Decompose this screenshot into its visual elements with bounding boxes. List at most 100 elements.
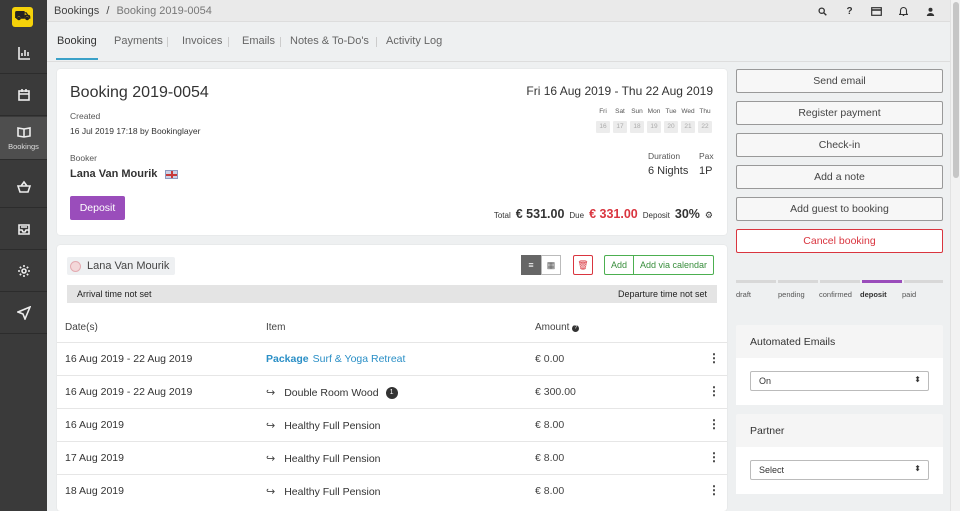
- sidebar-item-inbox[interactable]: [0, 209, 47, 250]
- arrival-time[interactable]: Arrival time not set: [77, 289, 152, 299]
- day-column: Sun 18: [630, 108, 644, 133]
- table-row[interactable]: 16 Aug 2019 ↪ Healthy Full Pension € 8.00…: [57, 408, 727, 441]
- list-view-icon[interactable]: ≡: [521, 255, 541, 275]
- day-column: Wed 21: [681, 108, 695, 133]
- table-row[interactable]: 16 Aug 2019 - 22 Aug 2019 ↪ Double Room W…: [57, 375, 727, 408]
- status-step-draft[interactable]: draft: [736, 290, 751, 299]
- add-via-calendar-button[interactable]: Add via calendar: [634, 255, 715, 275]
- row-amount: € 300.00: [535, 386, 576, 398]
- status-segment: [736, 280, 776, 283]
- sidebar-item-settings[interactable]: [0, 251, 47, 292]
- day-name: Mon: [647, 108, 661, 115]
- automated-emails-value: On: [759, 376, 772, 386]
- row-menu-icon[interactable]: ⋮: [708, 417, 720, 431]
- user-icon[interactable]: [917, 4, 944, 18]
- sidebar-item-reports[interactable]: [0, 33, 47, 74]
- booking-status-progress: draft pending confirmed deposit paid: [736, 280, 943, 300]
- guest-pill[interactable]: Lana Van Mourik: [67, 257, 176, 275]
- row-date: 16 Aug 2019 - 22 Aug 2019: [65, 386, 193, 398]
- add-note-button[interactable]: Add a note: [736, 165, 943, 189]
- register-payment-button[interactable]: Register payment: [736, 101, 943, 125]
- cancel-booking-button[interactable]: Cancel booking: [736, 229, 943, 253]
- row-date: 16 Aug 2019: [65, 419, 124, 431]
- deposit-label: Deposit: [642, 211, 670, 220]
- package-name[interactable]: Surf & Yoga Retreat: [313, 353, 406, 365]
- header-amount-text: Amount: [535, 322, 570, 333]
- page-scrollbar[interactable]: [950, 0, 960, 511]
- table-row[interactable]: 18 Aug 2019 ↪ Healthy Full Pension € 8.00…: [57, 474, 727, 507]
- sidebar-item-send[interactable]: [0, 293, 47, 334]
- paper-plane-icon: [16, 306, 31, 320]
- topbar: Bookings / Booking 2019-0054 ?: [47, 0, 950, 22]
- table-row[interactable]: 17 Aug 2019 ↪ Healthy Full Pension € 8.00…: [57, 441, 727, 474]
- status-step-paid[interactable]: paid: [902, 290, 916, 299]
- status-step-deposit[interactable]: deposit: [860, 290, 887, 299]
- totals-row: Total € 531.00 Due € 331.00 Deposit 30% …: [494, 207, 713, 221]
- info-icon[interactable]: ?: [572, 325, 580, 332]
- row-menu-icon[interactable]: ⋮: [708, 483, 720, 497]
- partner-body: Select ⬍: [736, 447, 943, 494]
- status-segment: [820, 280, 860, 283]
- trash-icon[interactable]: 🗑: [573, 255, 593, 275]
- due-label: Due: [569, 211, 585, 220]
- day-column: Sat 17: [613, 108, 627, 133]
- tab-invoices[interactable]: Invoices: [182, 35, 222, 47]
- day-number: 16: [596, 121, 610, 133]
- bell-icon[interactable]: [890, 4, 917, 18]
- book-open-icon: [16, 127, 31, 138]
- breadcrumb-root[interactable]: Bookings: [54, 5, 99, 17]
- day-number: 19: [647, 121, 661, 133]
- row-menu-icon[interactable]: ⋮: [708, 351, 720, 365]
- row-menu-icon[interactable]: ⋮: [708, 450, 720, 464]
- row-menu-icon[interactable]: ⋮: [708, 384, 720, 398]
- send-email-button[interactable]: Send email: [736, 69, 943, 93]
- row-date: 16 Aug 2019 - 22 Aug 2019: [65, 353, 193, 365]
- status-step-pending[interactable]: pending: [778, 290, 805, 299]
- uk-flag-icon: [165, 169, 179, 179]
- booking-summary-card: Booking 2019-0054 Created 16 Jul 2019 17…: [57, 69, 727, 235]
- day-number: 18: [630, 121, 644, 133]
- booker-label: Booker: [70, 153, 97, 163]
- add-button[interactable]: Add: [604, 255, 635, 275]
- card-icon[interactable]: [863, 4, 890, 18]
- scrollbar-thumb[interactable]: [953, 2, 959, 178]
- gear-icon[interactable]: ⚙: [705, 210, 713, 221]
- booker-name[interactable]: Lana Van Mourik: [70, 168, 179, 180]
- tab-emails[interactable]: Emails: [242, 35, 275, 47]
- package-tag: Package: [266, 353, 309, 365]
- add-guest-button[interactable]: Add guest to booking: [736, 197, 943, 221]
- partner-select[interactable]: Select ⬍: [750, 460, 929, 480]
- sidebar-item-calendar[interactable]: [0, 75, 47, 116]
- check-in-button[interactable]: Check-in: [736, 133, 943, 157]
- created-value: 16 Jul 2019 17:18 by Bookinglayer: [70, 126, 201, 136]
- search-icon[interactable]: [809, 4, 836, 18]
- guest-name: Lana Van Mourik: [87, 260, 170, 272]
- row-amount: € 0.00: [535, 353, 565, 365]
- day-name: Wed: [681, 108, 695, 115]
- tab-booking[interactable]: Booking: [57, 35, 97, 47]
- booking-date-range: Fri 16 Aug 2019 - Thu 22 Aug 2019: [526, 84, 713, 98]
- day-number: 21: [681, 121, 695, 133]
- deposit-button[interactable]: Deposit: [70, 196, 125, 220]
- day-name: Fri: [599, 108, 607, 115]
- sidebar-item-shop[interactable]: [0, 167, 47, 208]
- sidebar-item-bookings[interactable]: Bookings: [0, 117, 47, 160]
- day-number: 20: [664, 121, 678, 133]
- booking-title: Booking 2019-0054: [70, 84, 209, 101]
- help-icon[interactable]: ?: [836, 4, 863, 18]
- departure-time[interactable]: Departure time not set: [618, 289, 707, 299]
- item-name: Healthy Full Pension: [284, 419, 381, 432]
- day-number: 22: [698, 121, 712, 133]
- tab-notes[interactable]: Notes & To-Do's: [290, 35, 369, 47]
- inbox-icon: [17, 224, 30, 235]
- app-logo[interactable]: ⛟: [12, 7, 33, 27]
- grid-view-icon[interactable]: ▦: [541, 255, 561, 275]
- row-amount: € 8.00: [535, 485, 565, 497]
- item-name: Healthy Full Pension: [284, 485, 381, 498]
- status-step-confirmed[interactable]: confirmed: [819, 290, 852, 299]
- booker-name-text: Lana Van Mourik: [70, 168, 158, 180]
- automated-emails-select[interactable]: On ⬍: [750, 371, 929, 391]
- tab-activity-log[interactable]: Activity Log: [386, 35, 442, 47]
- table-row[interactable]: 16 Aug 2019 - 22 Aug 2019 Package Surf & …: [57, 342, 727, 375]
- tab-payments[interactable]: Payments: [114, 35, 163, 47]
